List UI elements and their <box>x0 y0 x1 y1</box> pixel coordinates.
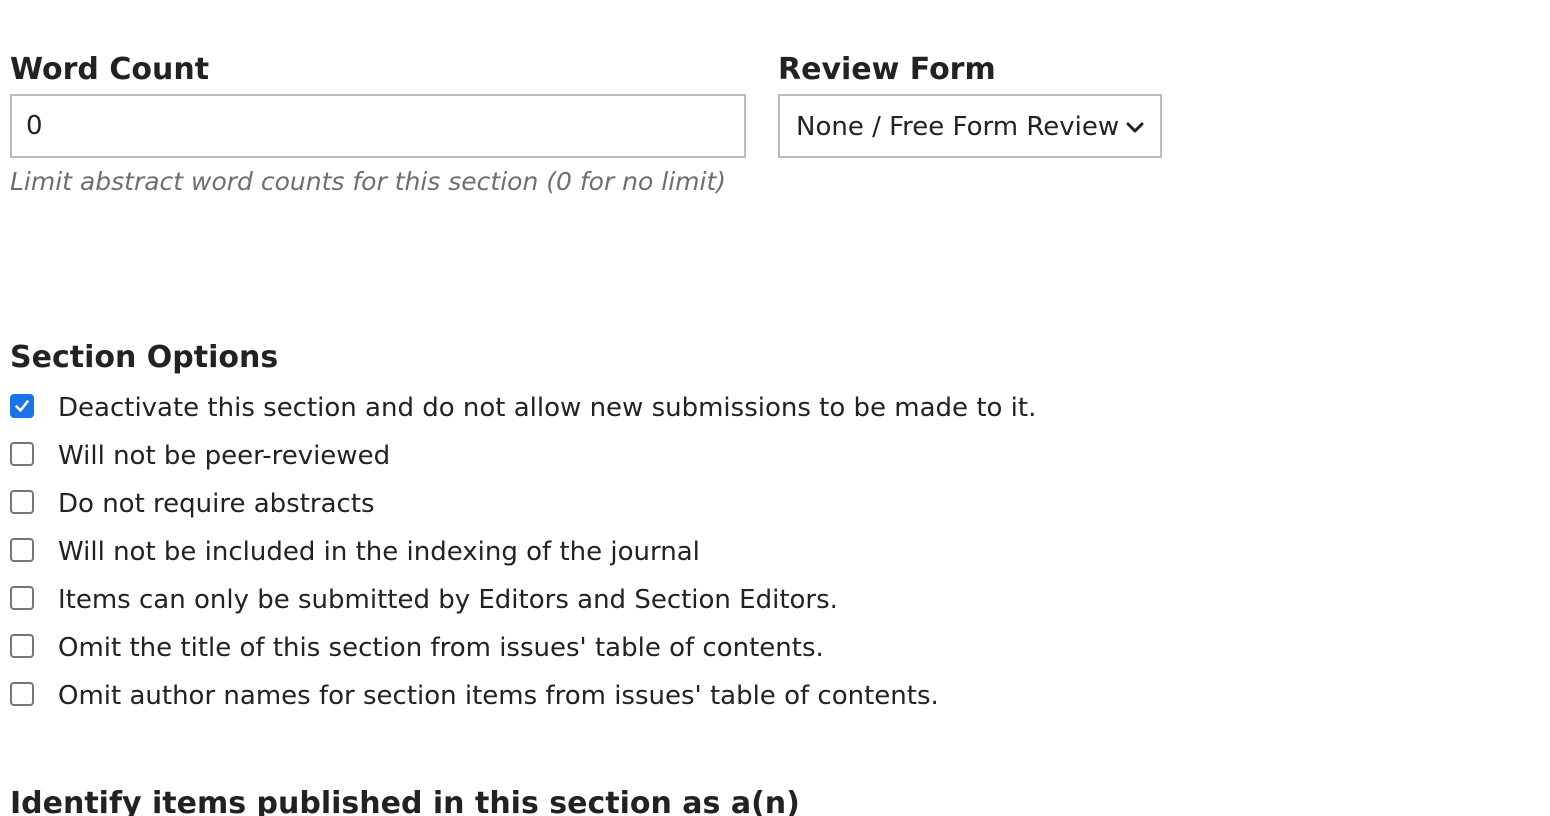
no-abstracts-checkbox[interactable] <box>10 490 34 514</box>
option-label: Deactivate this section and do not allow… <box>58 393 1037 423</box>
chevron-down-icon <box>1126 122 1144 133</box>
editors-only-checkbox[interactable] <box>10 586 34 610</box>
section-form: Word Count Limit abstract word counts fo… <box>0 0 1550 816</box>
review-form-selected-value: None / Free Form Review <box>796 112 1120 142</box>
hide-title-checkbox[interactable] <box>10 634 34 658</box>
review-form-label: Review Form <box>778 52 996 87</box>
hide-author-checkbox[interactable] <box>10 682 34 706</box>
not-peer-reviewed-checkbox[interactable] <box>10 442 34 466</box>
identify-items-label: Identify items published in this section… <box>10 786 800 816</box>
option-label: Do not require abstracts <box>58 489 375 519</box>
option-label: Omit the title of this section from issu… <box>58 633 824 663</box>
option-label: Will not be peer-reviewed <box>58 441 391 471</box>
section-options-list: Deactivate this section and do not allow… <box>10 384 1036 720</box>
review-form-select[interactable]: None / Free Form Review <box>778 94 1162 158</box>
checkmark-icon <box>15 400 29 412</box>
word-count-input[interactable] <box>10 94 746 158</box>
option-not-peer-reviewed[interactable]: Will not be peer-reviewed <box>10 432 1036 480</box>
option-not-indexed[interactable]: Will not be included in the indexing of … <box>10 528 1036 576</box>
word-count-help: Limit abstract word counts for this sect… <box>10 167 727 196</box>
option-deactivate[interactable]: Deactivate this section and do not allow… <box>10 384 1036 432</box>
option-label: Will not be included in the indexing of … <box>58 537 700 567</box>
not-indexed-checkbox[interactable] <box>10 538 34 562</box>
deactivate-checkbox[interactable] <box>10 394 34 418</box>
option-editors-only[interactable]: Items can only be submitted by Editors a… <box>10 576 1036 624</box>
word-count-label: Word Count <box>10 52 210 87</box>
option-label: Omit author names for section items from… <box>58 681 939 711</box>
option-hide-author[interactable]: Omit author names for section items from… <box>10 672 1036 720</box>
option-no-abstracts[interactable]: Do not require abstracts <box>10 480 1036 528</box>
option-hide-title[interactable]: Omit the title of this section from issu… <box>10 624 1036 672</box>
option-label: Items can only be submitted by Editors a… <box>58 585 838 615</box>
section-options-title: Section Options <box>10 340 279 375</box>
